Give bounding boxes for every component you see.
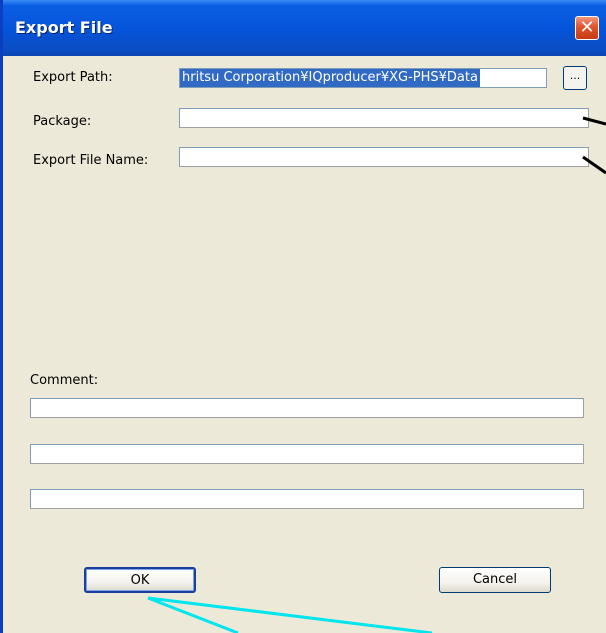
- comment-line-2[interactable]: [30, 444, 584, 464]
- comment-line-3[interactable]: [30, 489, 584, 509]
- ok-button[interactable]: OK: [84, 567, 196, 593]
- browse-button[interactable]: ...: [563, 66, 587, 90]
- comment-line-1[interactable]: [30, 398, 584, 418]
- export-file-name-label: Export File Name:: [33, 153, 149, 168]
- package-label: Package:: [33, 114, 92, 129]
- export-file-name-field[interactable]: [179, 147, 589, 167]
- comment-label: Comment:: [30, 373, 99, 388]
- cancel-button[interactable]: Cancel: [439, 567, 551, 593]
- export-path-field[interactable]: hritsu Corporation¥IQproducer¥XG-PHS¥Dat…: [179, 68, 547, 88]
- export-path-value: hritsu Corporation¥IQproducer¥XG-PHS¥Dat…: [180, 69, 480, 87]
- export-file-dialog: Export File ✕ Export Path: hritsu Corpor…: [0, 0, 606, 633]
- dialog-title: Export File: [15, 18, 113, 37]
- export-path-label: Export Path:: [33, 70, 113, 85]
- title-bar[interactable]: Export File ✕: [3, 0, 606, 56]
- close-icon[interactable]: ✕: [575, 16, 599, 40]
- package-field[interactable]: [179, 108, 589, 128]
